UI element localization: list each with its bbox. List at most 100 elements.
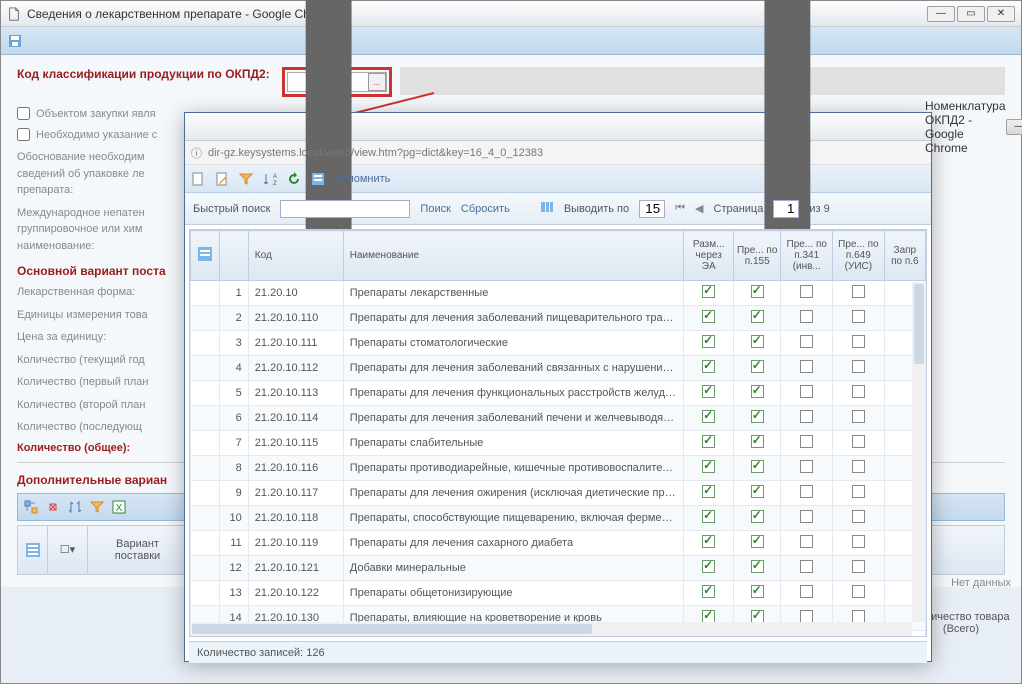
- table-row[interactable]: 921.20.10.117Препараты для лечения ожире…: [191, 481, 926, 506]
- table-row[interactable]: 421.20.10.112Препараты для лечения забол…: [191, 356, 926, 381]
- col-name[interactable]: Наименование: [343, 231, 684, 281]
- new-icon[interactable]: [191, 172, 205, 186]
- row-p155-cell[interactable]: [733, 481, 780, 506]
- row-ea-cell[interactable]: [684, 481, 734, 506]
- row-p155-cell[interactable]: [733, 556, 780, 581]
- table-row[interactable]: 1021.20.10.118Препараты, способствующие …: [191, 506, 926, 531]
- quick-search-input[interactable]: [280, 200, 410, 218]
- row-ea-cell[interactable]: [684, 331, 734, 356]
- sort-icon[interactable]: [68, 500, 82, 514]
- row-ea-cell[interactable]: [684, 556, 734, 581]
- checkbox-object[interactable]: [17, 107, 30, 120]
- reset-button[interactable]: Сбросить: [461, 203, 510, 215]
- col-code[interactable]: Код: [248, 231, 343, 281]
- table-row[interactable]: 1321.20.10.122Препараты общетонизирующие: [191, 581, 926, 606]
- grid-scrollbar-horizontal[interactable]: [190, 622, 912, 636]
- row-p341-cell[interactable]: [781, 556, 833, 581]
- row-p341-cell[interactable]: [781, 456, 833, 481]
- row-ea-cell[interactable]: [684, 531, 734, 556]
- col-pre-155[interactable]: Пре... по п.155: [733, 231, 780, 281]
- row-p649-cell[interactable]: [833, 381, 885, 406]
- checkbox-need[interactable]: [17, 128, 30, 141]
- variants-col-variant[interactable]: Вариант поставки: [88, 526, 188, 574]
- table-row[interactable]: 121.20.10Препараты лекарственные: [191, 281, 926, 306]
- row-p649-cell[interactable]: [833, 531, 885, 556]
- export-excel-icon[interactable]: X: [112, 500, 126, 514]
- tree-expand-icon[interactable]: [24, 500, 38, 514]
- row-p649-cell[interactable]: [833, 356, 885, 381]
- table-row[interactable]: 821.20.10.116Препараты противодиарейные,…: [191, 456, 926, 481]
- row-p649-cell[interactable]: [833, 581, 885, 606]
- settings-grid-icon[interactable]: [311, 172, 325, 186]
- grid-scrollbar-vertical[interactable]: [912, 282, 926, 622]
- col-pre-341[interactable]: Пре... по п.341 (инв...: [781, 231, 833, 281]
- table-row[interactable]: 1221.20.10.121Добавки минеральные: [191, 556, 926, 581]
- row-p649-cell[interactable]: [833, 331, 885, 356]
- row-p155-cell[interactable]: [733, 331, 780, 356]
- row-ea-cell[interactable]: [684, 356, 734, 381]
- row-p649-cell[interactable]: [833, 431, 885, 456]
- row-p155-cell[interactable]: [733, 281, 780, 306]
- row-ea-cell[interactable]: [684, 381, 734, 406]
- refresh-icon[interactable]: [287, 172, 301, 186]
- variants-grid-select-col[interactable]: ☐▾: [48, 526, 88, 574]
- row-p341-cell[interactable]: [781, 431, 833, 456]
- filter-icon[interactable]: [90, 500, 104, 514]
- row-p341-cell[interactable]: [781, 531, 833, 556]
- outer-close-button[interactable]: ✕: [987, 6, 1015, 22]
- row-p341-cell[interactable]: [781, 581, 833, 606]
- row-ea-cell[interactable]: [684, 406, 734, 431]
- col-num[interactable]: [219, 231, 248, 281]
- row-p341-cell[interactable]: [781, 506, 833, 531]
- first-page-button[interactable]: ⏮: [675, 202, 685, 215]
- search-button[interactable]: Поиск: [420, 203, 450, 215]
- filter-icon[interactable]: [239, 172, 253, 186]
- row-p649-cell[interactable]: [833, 456, 885, 481]
- row-p155-cell[interactable]: [733, 581, 780, 606]
- row-p341-cell[interactable]: [781, 281, 833, 306]
- col-razm-ea[interactable]: Разм... через ЭА: [684, 231, 734, 281]
- outer-maximize-button[interactable]: ▭: [957, 6, 985, 22]
- table-row[interactable]: 621.20.10.114Препараты для лечения забол…: [191, 406, 926, 431]
- row-p155-cell[interactable]: [733, 531, 780, 556]
- row-p155-cell[interactable]: [733, 306, 780, 331]
- table-row[interactable]: 221.20.10.110Препараты для лечения забол…: [191, 306, 926, 331]
- row-ea-cell[interactable]: [684, 281, 734, 306]
- table-row[interactable]: 321.20.10.111Препараты стоматологические: [191, 331, 926, 356]
- row-p341-cell[interactable]: [781, 406, 833, 431]
- columns-icon[interactable]: [540, 200, 554, 214]
- popup-minimize-button[interactable]: —: [1006, 119, 1022, 135]
- save-icon[interactable]: [7, 33, 23, 49]
- col-pre-649[interactable]: Пре... по п.649 (УИС): [833, 231, 885, 281]
- info-icon[interactable]: ⓘ: [191, 145, 202, 161]
- table-row[interactable]: 521.20.10.113Препараты для лечения функц…: [191, 381, 926, 406]
- per-page-input[interactable]: [639, 200, 665, 218]
- row-p341-cell[interactable]: [781, 306, 833, 331]
- row-ea-cell[interactable]: [684, 306, 734, 331]
- row-p155-cell[interactable]: [733, 381, 780, 406]
- nomenclature-grid[interactable]: Код Наименование Разм... через ЭА Пре...…: [190, 230, 926, 637]
- table-row[interactable]: 721.20.10.115Препараты слабительные: [191, 431, 926, 456]
- edit-icon[interactable]: [215, 172, 229, 186]
- row-p649-cell[interactable]: [833, 506, 885, 531]
- page-input[interactable]: [773, 200, 799, 218]
- outer-minimize-button[interactable]: —: [927, 6, 955, 22]
- row-ea-cell[interactable]: [684, 431, 734, 456]
- row-ea-cell[interactable]: [684, 581, 734, 606]
- row-p155-cell[interactable]: [733, 431, 780, 456]
- row-p341-cell[interactable]: [781, 381, 833, 406]
- row-p341-cell[interactable]: [781, 331, 833, 356]
- row-p649-cell[interactable]: [833, 481, 885, 506]
- row-p341-cell[interactable]: [781, 356, 833, 381]
- row-p649-cell[interactable]: [833, 406, 885, 431]
- row-p155-cell[interactable]: [733, 506, 780, 531]
- sort-az-icon[interactable]: AZ: [263, 172, 277, 186]
- row-ea-cell[interactable]: [684, 506, 734, 531]
- row-p341-cell[interactable]: [781, 481, 833, 506]
- row-p155-cell[interactable]: [733, 406, 780, 431]
- tree-collapse-icon[interactable]: [46, 500, 60, 514]
- row-p649-cell[interactable]: [833, 556, 885, 581]
- remember-link[interactable]: Запомнить: [335, 173, 390, 185]
- prev-page-button[interactable]: ◀: [695, 202, 703, 215]
- row-p155-cell[interactable]: [733, 456, 780, 481]
